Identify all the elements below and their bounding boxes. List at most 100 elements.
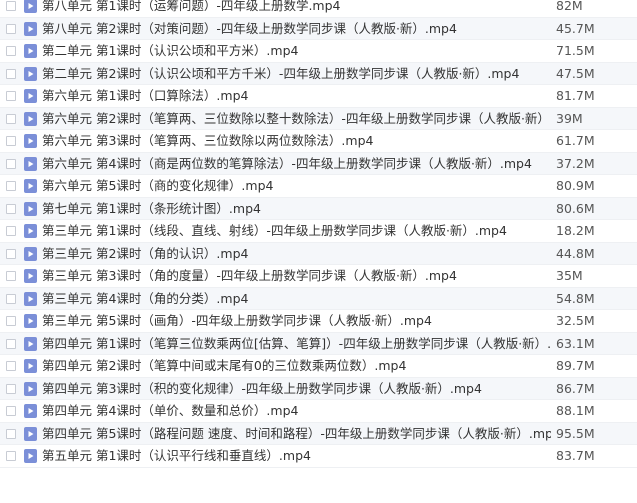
file-name[interactable]: 第六单元 第1课时（口算除法）.mp4 bbox=[42, 85, 551, 107]
row-checkbox[interactable] bbox=[6, 338, 16, 349]
file-row[interactable]: 第三单元 第2课时（角的认识）.mp4 44.8M bbox=[0, 242, 637, 265]
file-size: 35M bbox=[556, 268, 583, 283]
video-file-icon bbox=[24, 134, 37, 148]
file-row[interactable]: 第三单元 第4课时（角的分类）.mp4 54.8M bbox=[0, 287, 637, 310]
file-name[interactable]: 第四单元 第3课时（积的变化规律）-四年级上册数学同步课（人教版·新）.mp4 bbox=[42, 378, 551, 400]
file-row[interactable]: 第五单元 第1课时（认识平行线和垂直线）.mp4 83.7M bbox=[0, 445, 637, 468]
video-file-icon bbox=[24, 426, 37, 441]
row-checkbox[interactable] bbox=[6, 428, 16, 439]
video-file-icon bbox=[24, 291, 37, 306]
file-name[interactable]: 第七单元 第1课时（条形统计图）.mp4 bbox=[42, 198, 551, 220]
file-size: 47.5M bbox=[556, 65, 595, 81]
video-file-icon bbox=[24, 89, 37, 103]
row-checkbox[interactable] bbox=[6, 46, 16, 56]
row-checkbox[interactable] bbox=[6, 383, 16, 394]
video-file-icon bbox=[24, 269, 37, 283]
file-name[interactable]: 第六单元 第4课时（商是两位数的笔算除法）-四年级上册数学同步课（人教版·新）.… bbox=[42, 153, 551, 175]
file-size: 81.7M bbox=[556, 88, 595, 103]
file-name[interactable]: 第六单元 第3课时（笔算两、三位数除以两位数除法）.mp4 bbox=[42, 130, 551, 152]
row-checkbox[interactable] bbox=[6, 316, 16, 326]
video-file-icon bbox=[24, 224, 37, 238]
file-name[interactable]: 第四单元 第5课时（路程问题 速度、时间和路程）-四年级上册数学同步课（人教版·… bbox=[42, 423, 551, 445]
file-row[interactable]: 第四单元 第4课时（单价、数量和总价）.mp4 88.1M bbox=[0, 400, 637, 423]
file-name[interactable]: 第三单元 第5课时（画角）-四年级上册数学同步课（人教版·新）.mp4 bbox=[42, 310, 551, 332]
file-row[interactable]: 第六单元 第2课时（笔算两、三位数除以整十数除法）-四年级上册数学同步课（人教版… bbox=[0, 107, 637, 130]
file-row[interactable]: 第四单元 第3课时（积的变化规律）-四年级上册数学同步课（人教版·新）.mp4 8… bbox=[0, 377, 637, 400]
file-list: 第八单元 第1课时（运筹问题）-四年级上册数学.mp4 82M 第八单元 第2课时（… bbox=[0, 0, 637, 503]
video-file-icon bbox=[24, 449, 37, 463]
row-checkbox[interactable] bbox=[6, 203, 16, 214]
file-name[interactable]: 第六单元 第5课时（商的变化规律）.mp4 bbox=[42, 175, 551, 197]
file-row[interactable]: 第三单元 第5课时（画角）-四年级上册数学同步课（人教版·新）.mp4 32.5M bbox=[0, 310, 637, 333]
row-checkbox[interactable] bbox=[6, 451, 16, 461]
file-row[interactable]: 第八单元 第2课时（对策问题）-四年级上册数学同步课（人教版·新）.mp4 45.… bbox=[0, 17, 637, 40]
video-file-icon bbox=[24, 44, 37, 58]
video-file-icon bbox=[24, 179, 37, 193]
file-row[interactable]: 第四单元 第2课时（笔算中间或末尾有0的三位数乘两位数）.mp4 89.7M bbox=[0, 355, 637, 378]
file-size: 61.7M bbox=[556, 133, 595, 148]
file-name[interactable]: 第四单元 第4课时（单价、数量和总价）.mp4 bbox=[42, 400, 551, 422]
file-size: 86.7M bbox=[556, 380, 595, 396]
file-name[interactable]: 第八单元 第1课时（运筹问题）-四年级上册数学.mp4 bbox=[42, 0, 551, 17]
file-name[interactable]: 第三单元 第1课时（线段、直线、射线）-四年级上册数学同步课（人教版·新）.mp… bbox=[42, 220, 551, 242]
file-size: 95.5M bbox=[556, 425, 595, 441]
file-name[interactable]: 第四单元 第1课时（笔算三位数乘两位[估算、笔算]）-四年级上册数学同步课（人教… bbox=[42, 333, 551, 355]
file-name[interactable]: 第二单元 第1课时（认识公顷和平方米）.mp4 bbox=[42, 40, 551, 62]
file-row[interactable]: 第八单元 第1课时（运筹问题）-四年级上册数学.mp4 82M bbox=[0, 0, 637, 18]
file-size: 18.2M bbox=[556, 223, 595, 238]
video-file-icon bbox=[24, 404, 37, 418]
video-file-icon bbox=[24, 156, 37, 171]
file-row[interactable]: 第四单元 第1课时（笔算三位数乘两位[估算、笔算]）-四年级上册数学同步课（人教… bbox=[0, 332, 637, 355]
video-file-icon bbox=[24, 111, 37, 126]
file-row[interactable]: 第六单元 第1课时（口算除法）.mp4 81.7M bbox=[0, 85, 637, 108]
file-row[interactable]: 第三单元 第3课时（角的度量）-四年级上册数学同步课（人教版·新）.mp4 35M bbox=[0, 265, 637, 288]
video-file-icon bbox=[24, 314, 37, 328]
file-name[interactable]: 第八单元 第2课时（对策问题）-四年级上册数学同步课（人教版·新）.mp4 bbox=[42, 18, 551, 40]
file-name[interactable]: 第三单元 第4课时（角的分类）.mp4 bbox=[42, 288, 551, 310]
row-checkbox[interactable] bbox=[6, 226, 16, 236]
video-file-icon bbox=[24, 246, 37, 261]
row-checkbox[interactable] bbox=[6, 406, 16, 416]
file-size: 82M bbox=[556, 0, 583, 13]
file-size: 80.9M bbox=[556, 178, 595, 193]
row-checkbox[interactable] bbox=[6, 361, 16, 371]
row-checkbox[interactable] bbox=[6, 91, 16, 101]
file-row[interactable]: 第二单元 第2课时（认识公顷和平方千米）-四年级上册数学同步课（人教版·新）.m… bbox=[0, 62, 637, 85]
file-size: 32.5M bbox=[556, 313, 595, 328]
row-checkbox[interactable] bbox=[6, 158, 16, 169]
file-row[interactable]: 第六单元 第4课时（商是两位数的笔算除法）-四年级上册数学同步课（人教版·新）.… bbox=[0, 152, 637, 175]
video-file-icon bbox=[24, 66, 37, 81]
file-name[interactable]: 第四单元 第2课时（笔算中间或末尾有0的三位数乘两位数）.mp4 bbox=[42, 355, 551, 377]
row-checkbox[interactable] bbox=[6, 136, 16, 146]
row-checkbox[interactable] bbox=[6, 68, 16, 79]
video-file-icon bbox=[24, 21, 37, 36]
row-checkbox[interactable] bbox=[6, 181, 16, 191]
file-row[interactable]: 第六单元 第3课时（笔算两、三位数除以两位数除法）.mp4 61.7M bbox=[0, 130, 637, 153]
file-name[interactable]: 第三单元 第2课时（角的认识）.mp4 bbox=[42, 243, 551, 265]
file-size: 39M bbox=[556, 110, 583, 126]
file-size: 71.5M bbox=[556, 43, 595, 58]
row-checkbox[interactable] bbox=[6, 271, 16, 281]
file-name[interactable]: 第三单元 第3课时（角的度量）-四年级上册数学同步课（人教版·新）.mp4 bbox=[42, 265, 551, 287]
row-checkbox[interactable] bbox=[6, 113, 16, 124]
file-size: 89.7M bbox=[556, 358, 595, 373]
file-row[interactable]: 第三单元 第1课时（线段、直线、射线）-四年级上册数学同步课（人教版·新）.mp… bbox=[0, 220, 637, 243]
row-checkbox[interactable] bbox=[6, 248, 16, 259]
video-file-icon bbox=[24, 0, 37, 13]
file-name[interactable]: 第六单元 第2课时（笔算两、三位数除以整十数除法）-四年级上册数学同步课（人教版… bbox=[42, 108, 551, 130]
row-checkbox[interactable] bbox=[6, 23, 16, 34]
file-size: 54.8M bbox=[556, 290, 595, 306]
file-size: 88.1M bbox=[556, 403, 595, 418]
file-size: 83.7M bbox=[556, 448, 595, 463]
row-checkbox[interactable] bbox=[6, 1, 16, 11]
file-size: 45.7M bbox=[556, 20, 595, 36]
file-name[interactable]: 第五单元 第1课时（认识平行线和垂直线）.mp4 bbox=[42, 445, 551, 467]
row-checkbox[interactable] bbox=[6, 293, 16, 304]
file-row[interactable]: 第四单元 第5课时（路程问题 速度、时间和路程）-四年级上册数学同步课（人教版·… bbox=[0, 422, 637, 445]
video-file-icon bbox=[24, 381, 37, 396]
file-row[interactable]: 第七单元 第1课时（条形统计图）.mp4 80.6M bbox=[0, 197, 637, 220]
file-name[interactable]: 第二单元 第2课时（认识公顷和平方千米）-四年级上册数学同步课（人教版·新）.m… bbox=[42, 63, 551, 85]
file-row[interactable]: 第六单元 第5课时（商的变化规律）.mp4 80.9M bbox=[0, 175, 637, 198]
file-row[interactable]: 第二单元 第1课时（认识公顷和平方米）.mp4 71.5M bbox=[0, 40, 637, 63]
video-file-icon bbox=[24, 201, 37, 216]
